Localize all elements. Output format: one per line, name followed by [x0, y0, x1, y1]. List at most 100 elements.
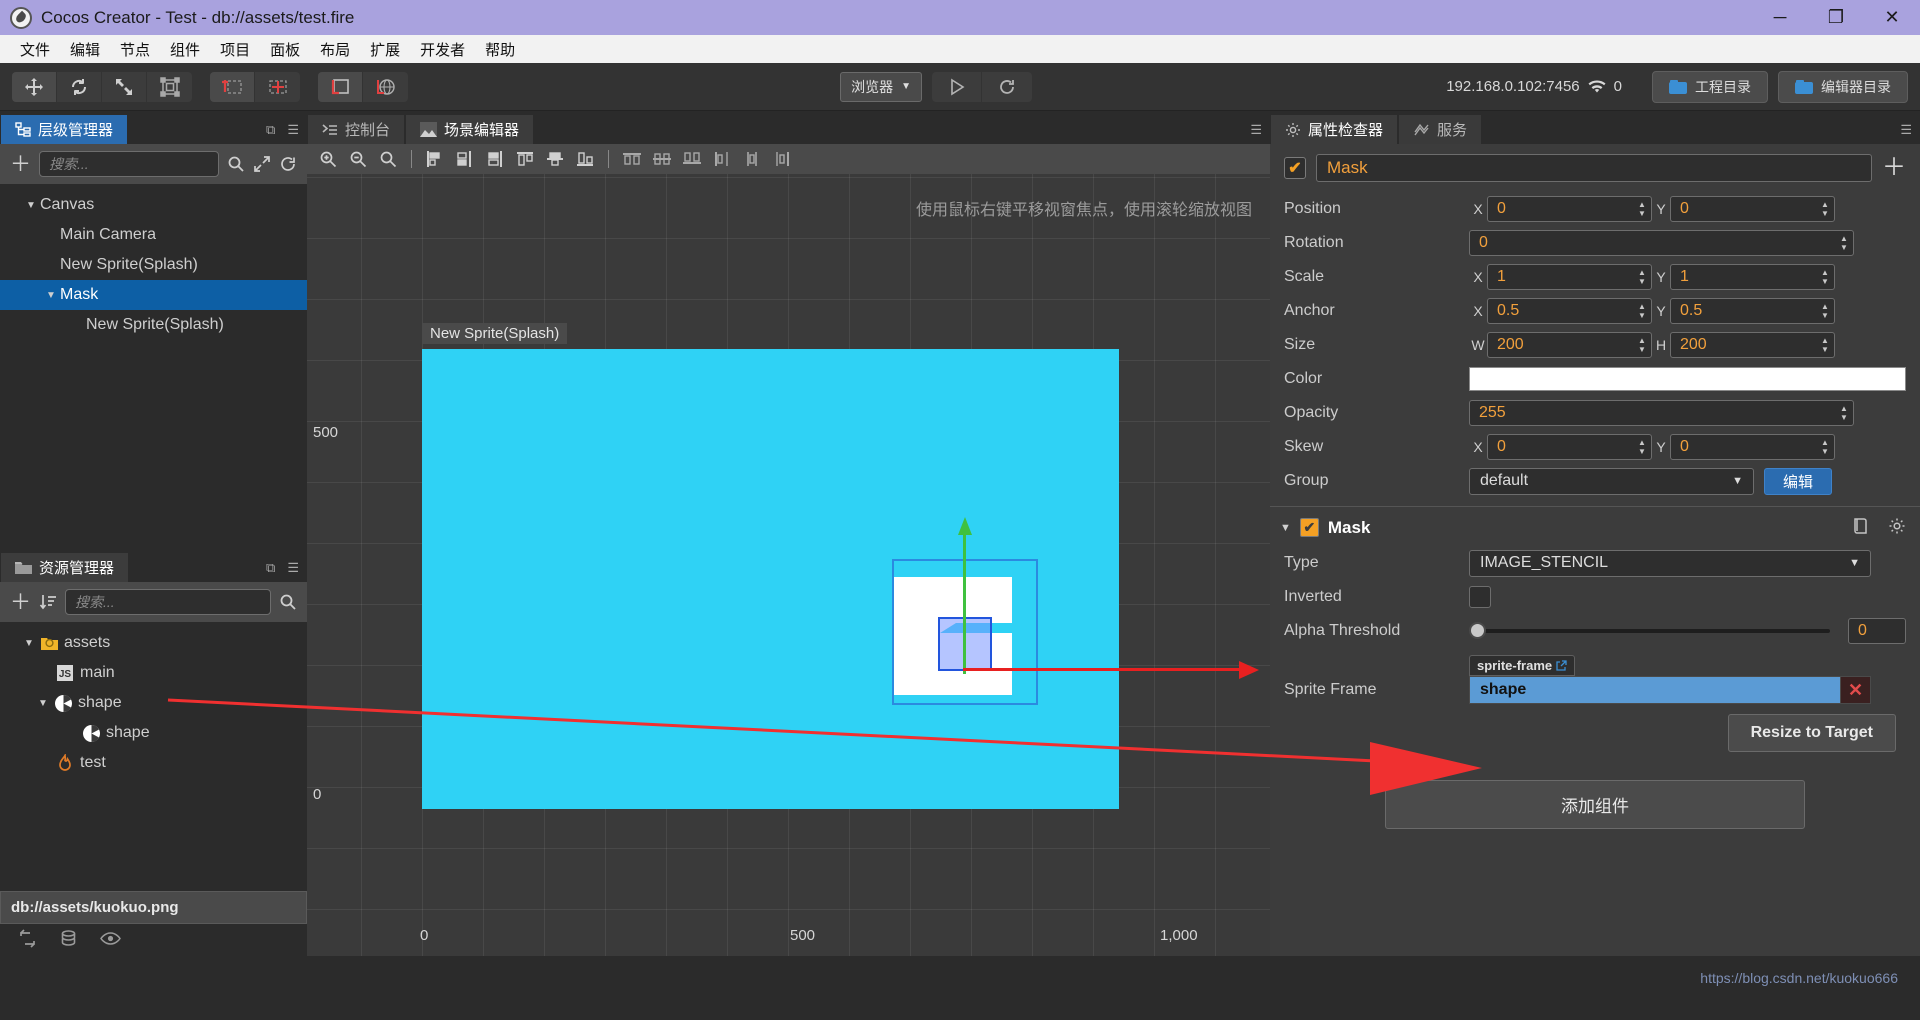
- pivot-tool-button[interactable]: [210, 71, 255, 102]
- chevron-down-icon[interactable]: ▼: [20, 638, 38, 649]
- help-book-icon[interactable]: [1852, 517, 1870, 538]
- scale-x-input[interactable]: 1 ▲ ▼: [1487, 264, 1652, 290]
- chevron-down-icon[interactable]: ▼: [34, 698, 52, 709]
- stepper[interactable]: ▲ ▼: [1837, 232, 1851, 254]
- preview-target-select[interactable]: 浏览器 ▼: [840, 71, 923, 102]
- distribute-middle-tool[interactable]: [647, 146, 677, 172]
- gear-icon[interactable]: [1888, 517, 1906, 538]
- search-icon[interactable]: [279, 593, 297, 611]
- rotate-tool-button[interactable]: [57, 71, 102, 102]
- stepper[interactable]: ▲ ▼: [1635, 300, 1649, 322]
- stepper[interactable]: ▲ ▼: [1635, 198, 1649, 220]
- size-height-input[interactable]: 200 ▲ ▼: [1670, 332, 1835, 358]
- stepper[interactable]: ▲ ▼: [1818, 300, 1832, 322]
- anchor-y-input[interactable]: 0.5 ▲ ▼: [1670, 298, 1835, 324]
- stepper[interactable]: ▲ ▼: [1818, 266, 1832, 288]
- assets-item-assets[interactable]: ▼ assets: [0, 628, 307, 658]
- mask-inverted-checkbox[interactable]: [1469, 586, 1491, 608]
- menu-item-help[interactable]: 帮助: [475, 37, 525, 62]
- hierarchy-popout-icon[interactable]: ⧉: [266, 122, 275, 138]
- distribute-top-tool[interactable]: [617, 146, 647, 172]
- align-top-tool[interactable]: [510, 146, 540, 172]
- rotation-input[interactable]: 0 ▲ ▼: [1469, 230, 1854, 256]
- database-icon[interactable]: [59, 929, 78, 951]
- chevron-down-icon[interactable]: ▼: [22, 200, 40, 211]
- zoom-fit-tool[interactable]: [373, 146, 403, 172]
- add-component-button[interactable]: 添加组件: [1385, 780, 1805, 829]
- move-tool-button[interactable]: [12, 71, 57, 102]
- color-swatch[interactable]: [1469, 367, 1906, 391]
- node-enabled-checkbox[interactable]: ✔: [1284, 157, 1306, 179]
- align-center-h-tool[interactable]: [450, 146, 480, 172]
- hierarchy-menu-icon[interactable]: ☰: [287, 122, 299, 138]
- slider-knob[interactable]: [1469, 622, 1486, 639]
- stepper[interactable]: ▲ ▼: [1635, 436, 1649, 458]
- project-dir-button[interactable]: 工程目录: [1652, 70, 1768, 103]
- tab-assets[interactable]: 资源管理器: [0, 552, 130, 582]
- chevron-down-icon[interactable]: ▼: [1280, 522, 1291, 534]
- assets-item-shape-image[interactable]: ▼ shape: [0, 688, 307, 718]
- skew-y-input[interactable]: 0 ▲ ▼: [1670, 434, 1835, 460]
- hierarchy-item-mask-child-sprite[interactable]: New Sprite(Splash): [0, 310, 307, 340]
- size-width-input[interactable]: 200 ▲ ▼: [1487, 332, 1652, 358]
- menu-item-node[interactable]: 节点: [110, 37, 160, 62]
- distribute-bottom-tool[interactable]: [677, 146, 707, 172]
- scale-y-input[interactable]: 1 ▲ ▼: [1670, 264, 1835, 290]
- search-icon[interactable]: [227, 155, 245, 173]
- menu-item-panel[interactable]: 面板: [260, 37, 310, 62]
- distribute-right-tool[interactable]: [767, 146, 797, 172]
- menu-item-developer[interactable]: 开发者: [410, 37, 475, 62]
- alpha-threshold-slider[interactable]: [1469, 622, 1830, 639]
- skew-x-input[interactable]: 0 ▲ ▼: [1487, 434, 1652, 460]
- alpha-threshold-input[interactable]: 0: [1848, 618, 1906, 644]
- assets-menu-icon[interactable]: ☰: [287, 560, 299, 576]
- scene-viewport[interactable]: 使用鼠标右键平移视窗焦点，使用滚轮缩放视图 New Sprite(Splash)…: [307, 174, 1270, 956]
- opacity-input[interactable]: 255 ▲ ▼: [1469, 400, 1854, 426]
- refresh-preview-button[interactable]: [982, 72, 1032, 102]
- add-asset-button[interactable]: ＋: [10, 592, 31, 613]
- add-node-button[interactable]: ＋: [10, 154, 31, 175]
- chevron-down-icon[interactable]: ▼: [42, 290, 60, 301]
- assets-search-input[interactable]: 搜索...: [65, 589, 271, 615]
- gizmo-y-axis[interactable]: [963, 534, 966, 674]
- global-coord-tool-button[interactable]: [363, 72, 408, 102]
- assets-item-test-scene[interactable]: test: [0, 748, 307, 778]
- stepper[interactable]: ▲ ▼: [1635, 266, 1649, 288]
- eye-icon[interactable]: [100, 931, 121, 949]
- distribute-left-tool[interactable]: [707, 146, 737, 172]
- tab-scene-editor[interactable]: 场景编辑器: [405, 114, 535, 144]
- scene-menu-icon[interactable]: ☰: [1250, 122, 1262, 138]
- menu-item-edit[interactable]: 编辑: [60, 37, 110, 62]
- hierarchy-item-main-camera[interactable]: Main Camera: [0, 220, 307, 250]
- sort-icon[interactable]: [39, 593, 57, 611]
- assets-item-main[interactable]: JS main: [0, 658, 307, 688]
- hierarchy-search-input[interactable]: 搜索...: [39, 151, 219, 177]
- group-select[interactable]: default ▼: [1469, 467, 1754, 495]
- maximize-button[interactable]: ❐: [1808, 0, 1864, 35]
- sync-icon[interactable]: [279, 155, 297, 173]
- stepper[interactable]: ▲ ▼: [1635, 334, 1649, 356]
- assets-popout-icon[interactable]: ⧉: [266, 560, 275, 576]
- align-right-tool[interactable]: [480, 146, 510, 172]
- play-button[interactable]: [932, 71, 983, 102]
- sprite-frame-type-chip[interactable]: sprite-frame: [1469, 655, 1576, 676]
- assets-item-shape-spriteframe[interactable]: shape: [0, 718, 307, 748]
- position-y-input[interactable]: 0 ▲ ▼: [1670, 196, 1835, 222]
- local-coord-tool-button[interactable]: [318, 71, 363, 102]
- align-middle-v-tool[interactable]: [540, 146, 570, 172]
- menu-item-extension[interactable]: 扩展: [360, 37, 410, 62]
- align-bottom-tool[interactable]: [570, 146, 600, 172]
- node-name-input[interactable]: Mask: [1316, 154, 1872, 182]
- sprite-frame-value[interactable]: shape: [1469, 676, 1841, 704]
- stepper[interactable]: ▲ ▼: [1818, 198, 1832, 220]
- zoom-out-tool[interactable]: [343, 146, 373, 172]
- menu-item-project[interactable]: 项目: [210, 37, 260, 62]
- tab-service[interactable]: 服务: [1398, 114, 1483, 144]
- menu-item-layout[interactable]: 布局: [310, 37, 360, 62]
- tab-inspector[interactable]: 属性检查器: [1270, 114, 1399, 144]
- sprite-frame-clear-button[interactable]: ✕: [1841, 676, 1871, 704]
- minimize-button[interactable]: ─: [1752, 0, 1808, 35]
- stepper[interactable]: ▲ ▼: [1837, 402, 1851, 424]
- inspector-menu-icon[interactable]: ☰: [1900, 122, 1912, 138]
- hierarchy-item-new-sprite-splash[interactable]: New Sprite(Splash): [0, 250, 307, 280]
